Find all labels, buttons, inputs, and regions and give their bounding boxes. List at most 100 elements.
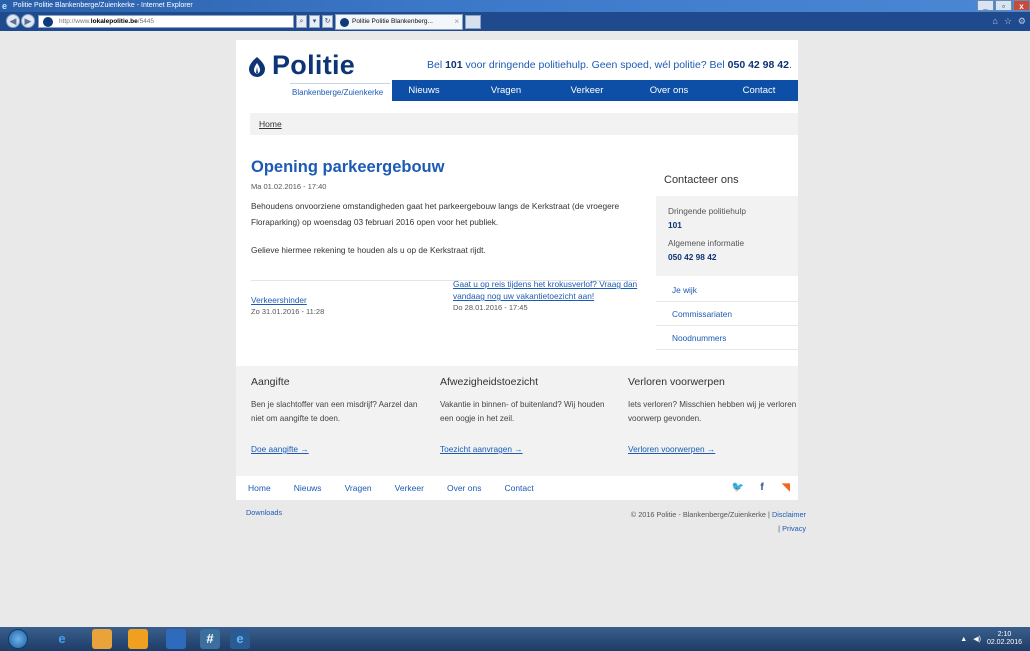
start-button-icon[interactable] <box>8 629 28 649</box>
service-text: Ben je slachtoffer van een misdrijf? Aar… <box>251 400 418 423</box>
sidebar-links: Je wijk Commissariaten Noodnummers <box>656 278 798 350</box>
rss-icon[interactable]: ◥ <box>774 476 798 500</box>
clock[interactable]: 2:10 02.02.2016 <box>987 631 1022 647</box>
site-favicon-icon <box>43 17 53 27</box>
ie-active-taskbar-icon[interactable]: e <box>230 629 250 649</box>
twitter-icon[interactable]: 🐦 <box>726 476 750 500</box>
article-paragraph: Behoudens onvoorziene omstandigheden gaa… <box>251 201 620 227</box>
nav-item-contact[interactable]: Contact <box>720 80 798 101</box>
main-nav: Nieuws Vragen Verkeer Over ons Contact <box>392 80 798 101</box>
breadcrumb-home-link[interactable]: Home <box>259 119 282 129</box>
system-tray: ▲ ◀) 2:10 02.02.2016 <box>960 629 1022 649</box>
facebook-icon[interactable]: f <box>750 476 774 500</box>
forward-button[interactable]: ▶ <box>21 14 35 28</box>
logo-divider <box>290 83 390 84</box>
logo-subtitle: Blankenberge/Zuienkerke <box>292 88 384 97</box>
ie-logo-icon: e <box>2 1 8 11</box>
service-column: Afwezigheidstoezicht Vakantie in binnen-… <box>440 376 610 454</box>
app-hash-icon[interactable]: # <box>200 629 220 649</box>
footer-nav-contact[interactable]: Contact <box>504 476 533 500</box>
sidebar-link-je-wijk[interactable]: Je wijk <box>656 278 798 302</box>
tab-close-icon[interactable]: × <box>454 15 459 29</box>
service-column: Aangifte Ben je slachtoffer van een misd… <box>251 376 421 454</box>
service-column: Verloren voorwerpen Iets verloren? Missc… <box>628 376 798 454</box>
page-title: Opening parkeergebouw <box>251 158 445 176</box>
related-link[interactable]: Gaat u op reis tijdens het krokusverlof?… <box>453 278 643 302</box>
related-link[interactable]: Verkeershinder <box>251 294 431 306</box>
ie-taskbar-icon[interactable]: e <box>52 629 72 649</box>
emergency-banner: Bel 101 voor dringende politiehulp. Geen… <box>427 59 792 71</box>
emergency-number: 101 <box>445 59 463 71</box>
article-paragraph: Gelieve hiermee rekening te houden als u… <box>251 245 486 255</box>
refresh-icon[interactable]: ↻ <box>322 15 333 28</box>
service-link-verloren[interactable]: Verloren voorwerpen → <box>628 444 798 454</box>
address-bar[interactable]: http://www.lokalepolitie.be/5445 <box>38 15 294 28</box>
sidebar-link-noodnummers[interactable]: Noodnummers <box>656 326 798 350</box>
related-date: Do 28.01.2016 - 17:45 <box>453 303 528 312</box>
social-links: 🐦 f ◥ <box>726 476 798 500</box>
breadcrumb: Home <box>250 113 798 135</box>
new-tab-button[interactable] <box>465 15 481 29</box>
downloads-link[interactable]: Downloads <box>246 508 282 517</box>
clock-time: 2:10 <box>997 631 1012 638</box>
contact-box: Dringende politiehulp 101 Algemene infor… <box>656 196 798 276</box>
media-player-icon[interactable] <box>166 629 186 649</box>
footer-nav-verkeer[interactable]: Verkeer <box>395 476 424 500</box>
footer-nav-over-ons[interactable]: Over ons <box>447 476 482 500</box>
volume-icon[interactable]: ◀) <box>973 635 981 643</box>
outlook-icon[interactable] <box>128 629 148 649</box>
footer-nav-nieuws[interactable]: Nieuws <box>294 476 322 500</box>
address-dropdown-icon[interactable]: ▾ <box>309 15 320 28</box>
urgent-number[interactable]: 101 <box>668 220 682 230</box>
sidebar-link-commissariaten[interactable]: Commissariaten <box>656 302 798 326</box>
minimize-button[interactable]: _ <box>977 0 994 11</box>
footer-nav-vragen[interactable]: Vragen <box>345 476 372 500</box>
back-button[interactable]: ◀ <box>6 14 20 28</box>
privacy-link[interactable]: Privacy <box>782 524 806 533</box>
nav-item-vragen[interactable]: Vragen <box>456 80 556 101</box>
related-item: Verkeershinder Zo 31.01.2016 - 11:28 <box>251 294 431 316</box>
service-title: Afwezigheidstoezicht <box>440 376 539 388</box>
general-number: 050 42 98 42 <box>727 59 789 71</box>
explorer-folder-icon[interactable] <box>92 629 112 649</box>
nav-item-verkeer[interactable]: Verkeer <box>556 80 618 101</box>
window-title: Politie Politie Blankenberge/Zuienkerke … <box>13 2 193 9</box>
address-path: /5445 <box>137 18 155 25</box>
service-title: Verloren voorwerpen <box>628 376 725 388</box>
general-info-number[interactable]: 050 42 98 42 <box>668 252 716 262</box>
home-icon[interactable]: ⌂ <box>992 15 997 28</box>
footer-nav: Home Nieuws Vragen Verkeer Over ons Cont… <box>236 476 798 500</box>
article-date: Ma 01.02.2016 - 17:40 <box>251 182 327 191</box>
browser-right-icons: ⌂ ☆ ⚙ <box>992 15 1026 28</box>
address-domain: lokalepolitie.be <box>90 18 138 25</box>
nav-item-over-ons[interactable]: Over ons <box>618 80 720 101</box>
urgent-label: Dringende politiehulp <box>668 206 746 216</box>
footer-nav-home[interactable]: Home <box>248 476 271 500</box>
tray-arrow-icon[interactable]: ▲ <box>960 636 967 643</box>
close-window-button[interactable]: x <box>1013 0 1030 11</box>
logo-title: Politie <box>272 50 356 80</box>
nav-item-nieuws[interactable]: Nieuws <box>392 80 456 101</box>
copyright-text: © 2016 Politie - Blankenberge/Zuienkerke <box>630 510 766 519</box>
window-titlebar: e Politie Politie Blankenberge/Zuienkerk… <box>0 0 1030 12</box>
tab-favicon-icon <box>340 18 349 27</box>
browser-toolbar: ◀ ▶ http://www.lokalepolitie.be/5445 ⌕ ▾… <box>0 12 1030 31</box>
emergency-text-post: . <box>788 59 792 71</box>
windows-taskbar: e # e ▲ ◀) 2:10 02.02.2016 <box>0 627 1030 651</box>
sidebar-title: Contacteer ons <box>664 174 739 186</box>
maximize-button[interactable]: ▫ <box>995 0 1012 11</box>
search-icon[interactable]: ⌕ <box>296 15 307 28</box>
address-prefix: http://www. <box>59 18 91 25</box>
disclaimer-link[interactable]: Disclaimer <box>772 510 806 519</box>
service-link-aangifte[interactable]: Doe aangifte → <box>251 444 421 454</box>
page-container: Politie Blankenberge/Zuienkerke Bel 101 … <box>236 40 798 500</box>
copyright: © 2016 Politie - Blankenberge/Zuienkerke… <box>586 508 806 536</box>
settings-gear-icon[interactable]: ⚙ <box>1018 15 1026 28</box>
browser-tab[interactable]: Politie Politie Blankenberg... × <box>335 14 463 30</box>
service-title: Aangifte <box>251 376 290 388</box>
service-link-toezicht[interactable]: Toezicht aanvragen → <box>440 444 610 454</box>
services-section: Aangifte Ben je slachtoffer van een misd… <box>236 366 798 476</box>
clock-date: 02.02.2016 <box>986 639 1022 646</box>
service-text: Iets verloren? Misschien hebben wij je v… <box>628 400 797 423</box>
favorites-star-icon[interactable]: ☆ <box>1004 15 1012 28</box>
